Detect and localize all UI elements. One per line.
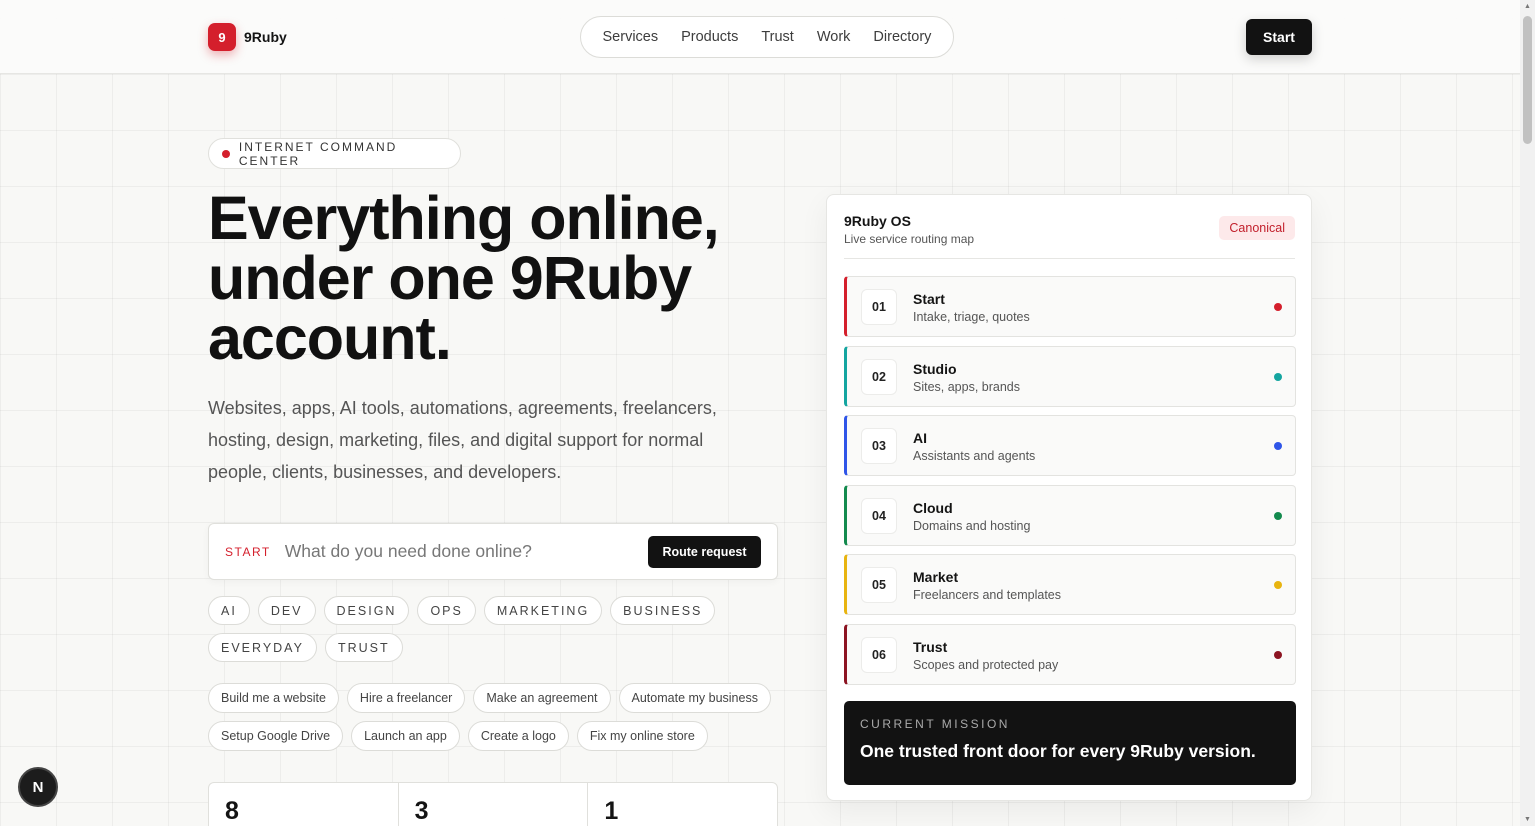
logo-text: 9Ruby [244, 29, 287, 45]
page-scrollbar[interactable]: ▲ ▼ [1520, 0, 1535, 826]
main-nav: Services Products Trust Work Directory [580, 16, 954, 58]
os-routing-card: 9Ruby OS Live service routing map Canoni… [826, 194, 1312, 801]
suggestion-chip[interactable]: Launch an app [351, 721, 460, 751]
route-number: 01 [861, 289, 897, 325]
nav-directory[interactable]: Directory [873, 29, 931, 45]
suggestion-chip[interactable]: Setup Google Drive [208, 721, 344, 751]
category-chip-trust[interactable]: TRUST [324, 633, 403, 662]
route-item-start[interactable]: 01 Start Intake, triage, quotes [844, 276, 1296, 337]
current-mission-panel: CURRENT MISSION One trusted front door f… [844, 701, 1296, 785]
route-description: Assistants and agents [913, 449, 1036, 463]
scroll-thumb[interactable] [1523, 16, 1532, 144]
hero-description: Websites, apps, AI tools, automations, a… [208, 398, 717, 482]
suggestion-chip[interactable]: Fix my online store [576, 721, 708, 751]
suggestion-chips: Build me a website Hire a freelancer Mak… [208, 683, 778, 751]
nav-trust[interactable]: Trust [761, 29, 794, 45]
eyebrow-badge: INTERNET COMMAND CENTER [208, 138, 461, 169]
route-number: 03 [861, 428, 897, 464]
suggestion-chip[interactable]: Create a logo [467, 721, 569, 751]
route-name: Cloud [913, 499, 953, 516]
category-chip-everyday[interactable]: EVERYDAY [208, 633, 317, 662]
route-item-ai[interactable]: 03 AI Assistants and agents [844, 415, 1296, 476]
nav-services[interactable]: Services [603, 29, 659, 45]
status-dot-icon [222, 149, 230, 158]
os-card-title: 9Ruby OS [844, 213, 911, 229]
request-input[interactable] [284, 541, 648, 562]
stat-value: 3 [399, 783, 589, 826]
mission-text: One trusted front door for every 9Ruby v… [860, 741, 1256, 761]
stat-value: 1 [604, 797, 619, 825]
route-number: 05 [861, 567, 897, 603]
logo-mark-icon: 9 [208, 23, 236, 51]
mission-label: CURRENT MISSION [860, 717, 1010, 731]
route-name: AI [913, 430, 927, 446]
request-search-box: START Route request [208, 523, 778, 580]
start-button[interactable]: Start [1246, 19, 1312, 55]
site-header: 9 9Ruby Services Products Trust Work Dir… [0, 0, 1520, 74]
route-list: 01 Start Intake, triage, quotes 02 Studi… [844, 276, 1296, 693]
route-item-cloud[interactable]: 04 Cloud Domains and hosting [844, 484, 1296, 546]
eyebrow-text: INTERNET COMMAND CENTER [238, 139, 398, 168]
route-name: Trust [913, 638, 948, 655]
route-number: 06 [861, 636, 897, 673]
category-chip-design[interactable]: DESIGN [323, 596, 410, 625]
stat-value: 8 [209, 783, 399, 826]
category-chip-marketing[interactable]: MARKETING [483, 596, 603, 625]
divider [844, 258, 1295, 259]
dev-tools-button[interactable]: N [18, 767, 58, 807]
status-dot-icon [1274, 442, 1282, 450]
category-chip-ops[interactable]: OPS [417, 596, 476, 625]
search-label: START [225, 544, 271, 559]
stats-panel: 8 3 1 [208, 782, 778, 826]
suggestion-chip[interactable]: Automate my business [618, 683, 771, 713]
route-item-studio[interactable]: 02 Studio Sites, apps, brands [844, 345, 1296, 407]
route-number: 02 [861, 358, 897, 395]
category-chip-business[interactable]: BUSINESS [610, 596, 716, 625]
route-number: 04 [861, 497, 897, 534]
status-dot-icon [1274, 511, 1282, 520]
route-request-button[interactable]: Route request [648, 535, 761, 568]
route-description: Intake, triage, quotes [913, 310, 1030, 324]
logo[interactable]: 9 9Ruby [208, 23, 287, 51]
status-dot-icon [1274, 581, 1282, 589]
suggestion-chip[interactable]: Make an agreement [473, 683, 611, 713]
scroll-up-icon[interactable]: ▲ [1523, 3, 1532, 10]
route-description: Sites, apps, brands [913, 379, 1021, 394]
category-chip-ai[interactable]: AI [208, 596, 250, 625]
nav-products[interactable]: Products [681, 29, 738, 45]
suggestion-chip[interactable]: Build me a website [208, 683, 339, 713]
hero-title: Everything online, under one 9Ruby accou… [208, 184, 720, 372]
os-card-subtitle: Live service routing map [844, 232, 975, 246]
suggestion-chip[interactable]: Hire a freelancer [346, 683, 466, 713]
route-description: Domains and hosting [913, 518, 1031, 533]
category-chip-dev[interactable]: DEV [257, 596, 316, 625]
route-name: Market [913, 569, 959, 585]
route-name: Start [913, 291, 945, 307]
category-chips: AI DEV DESIGN OPS MARKETING BUSINESS EVE… [208, 596, 728, 662]
nav-work[interactable]: Work [817, 29, 851, 45]
scroll-down-icon[interactable]: ▼ [1523, 816, 1532, 823]
route-item-trust[interactable]: 06 Trust Scopes and protected pay [844, 623, 1296, 685]
status-dot-icon [1274, 372, 1282, 381]
canonical-badge: Canonical [1219, 216, 1295, 240]
status-dot-icon [1274, 303, 1282, 311]
status-dot-icon [1274, 650, 1282, 659]
route-item-market[interactable]: 05 Market Freelancers and templates [844, 554, 1296, 615]
route-description: Freelancers and templates [913, 588, 1061, 602]
route-description: Scopes and protected pay [913, 657, 1059, 672]
route-name: Studio [913, 360, 957, 377]
